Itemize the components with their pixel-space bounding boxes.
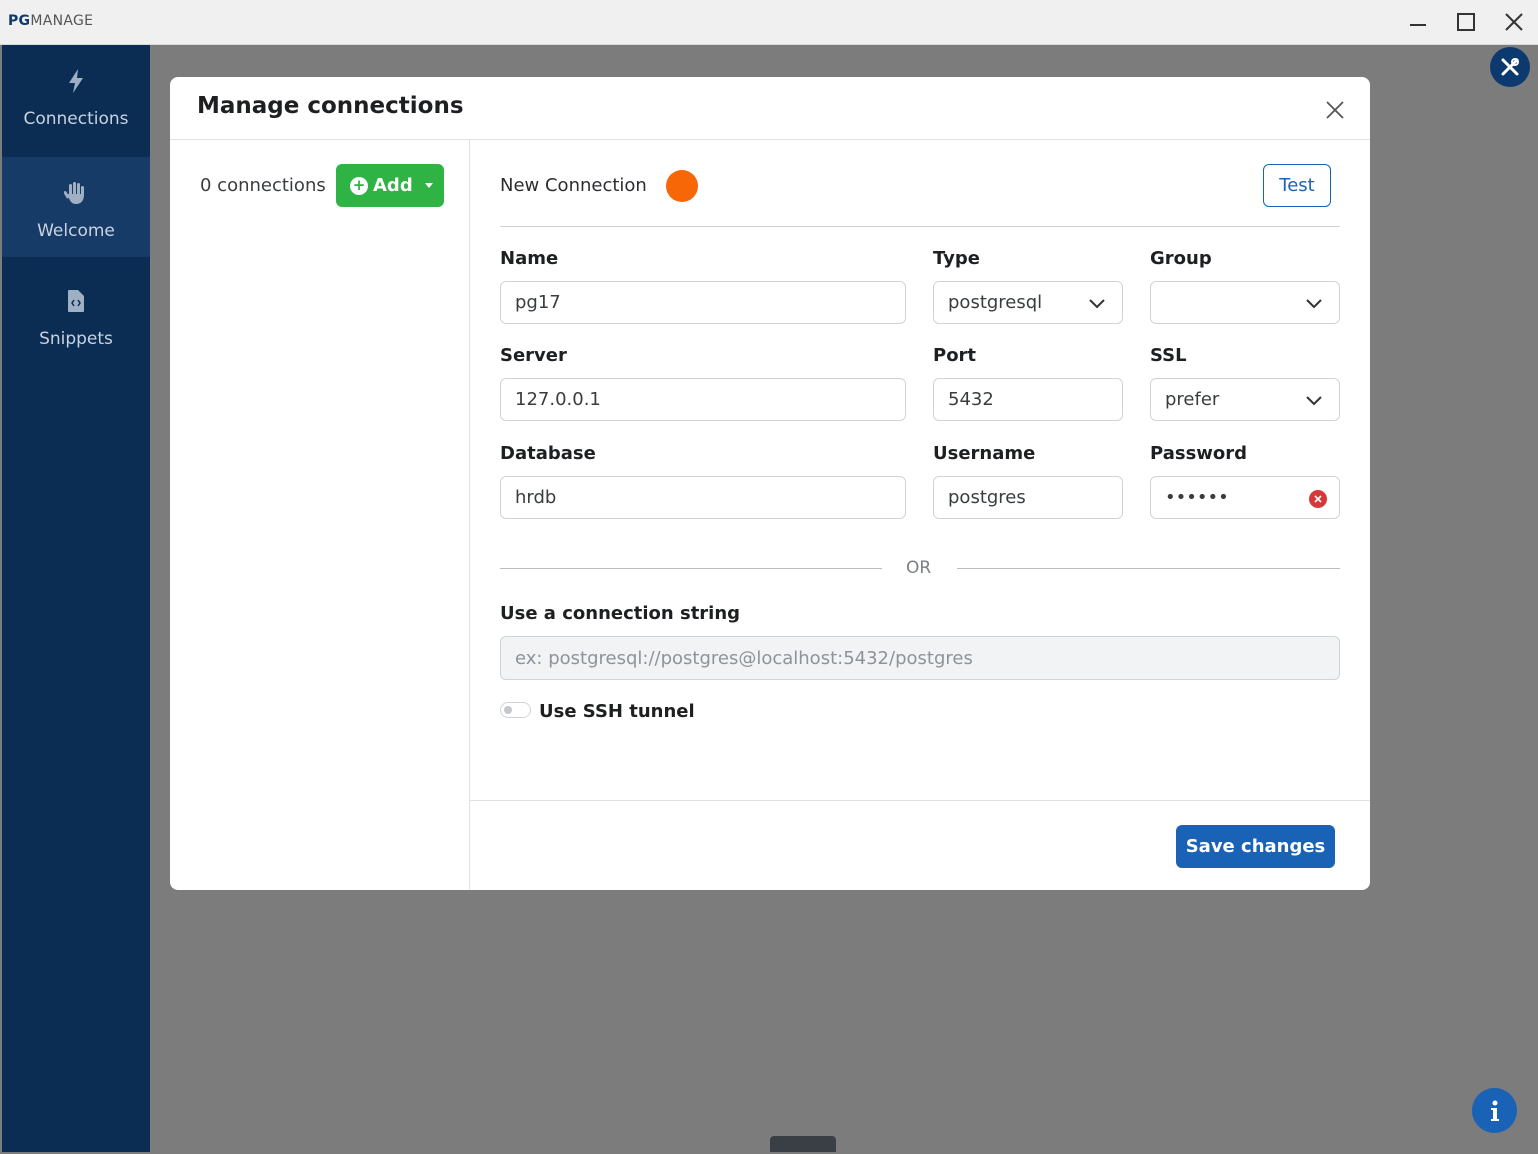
connections-count: 0 connections bbox=[200, 175, 326, 196]
maximize-button[interactable] bbox=[1451, 8, 1481, 36]
group-label: Group bbox=[1150, 248, 1212, 269]
or-divider-right bbox=[957, 568, 1340, 569]
database-input[interactable]: hrdb bbox=[500, 476, 906, 519]
port-input[interactable]: 5432 bbox=[933, 378, 1123, 421]
tools-button[interactable] bbox=[1490, 47, 1530, 87]
toggle-knob bbox=[504, 706, 512, 714]
caret-down-icon bbox=[424, 183, 433, 188]
connection-color-picker[interactable] bbox=[666, 170, 698, 202]
tools-icon bbox=[1501, 58, 1519, 76]
modal-close-button[interactable] bbox=[1322, 97, 1348, 123]
ssl-value: prefer bbox=[1165, 389, 1220, 410]
chevron-down-icon bbox=[1089, 299, 1105, 309]
connections-list-pane: 0 connections + Add bbox=[170, 140, 470, 890]
type-select[interactable]: postgresql bbox=[933, 281, 1123, 324]
close-icon bbox=[1326, 101, 1344, 119]
username-label: Username bbox=[933, 443, 1036, 464]
plus-icon: + bbox=[350, 176, 368, 195]
close-window-button[interactable] bbox=[1499, 8, 1529, 36]
maximize-icon bbox=[1457, 13, 1475, 31]
database-label: Database bbox=[500, 443, 596, 464]
sidebar-item-label: Connections bbox=[23, 109, 129, 129]
password-label: Password bbox=[1150, 443, 1248, 464]
sidebar: Connections Welcome Snippets bbox=[2, 45, 150, 1152]
name-value: pg17 bbox=[515, 292, 561, 313]
server-input[interactable]: 127.0.0.1 bbox=[500, 378, 906, 421]
save-changes-button[interactable]: Save changes bbox=[1176, 825, 1335, 868]
minimize-button[interactable] bbox=[1403, 8, 1433, 36]
username-input[interactable]: postgres bbox=[933, 476, 1123, 519]
username-value: postgres bbox=[948, 487, 1026, 508]
sidebar-item-connections[interactable]: Connections bbox=[2, 45, 150, 145]
panel-resize-handle[interactable] bbox=[770, 1136, 836, 1152]
sidebar-item-snippets[interactable]: Snippets bbox=[2, 265, 150, 365]
test-button[interactable]: Test bbox=[1263, 164, 1331, 207]
code-file-icon bbox=[64, 287, 88, 315]
port-value: 5432 bbox=[948, 389, 994, 410]
ssl-label: SSL bbox=[1150, 345, 1187, 366]
app-title-pg: PG bbox=[8, 13, 31, 29]
close-icon bbox=[1505, 13, 1523, 31]
name-label: Name bbox=[500, 248, 559, 269]
sidebar-item-label: Snippets bbox=[39, 329, 113, 349]
connection-form: New Connection Test Name Type Group pg17… bbox=[470, 140, 1370, 800]
chevron-down-icon bbox=[1306, 299, 1322, 309]
ssl-select[interactable]: prefer bbox=[1150, 378, 1340, 421]
modal-header: Manage connections bbox=[170, 77, 1370, 140]
server-label: Server bbox=[500, 345, 567, 366]
add-button-label: Add bbox=[373, 175, 413, 196]
sidebar-item-label: Welcome bbox=[37, 221, 115, 241]
or-text: OR bbox=[906, 558, 932, 578]
sidebar-item-welcome[interactable]: Welcome bbox=[2, 157, 150, 257]
modal-title: Manage connections bbox=[197, 93, 464, 119]
hand-icon bbox=[64, 179, 88, 207]
app-title: PGMANAGE bbox=[8, 13, 93, 29]
manage-connections-modal: Manage connections 0 connections + Add N… bbox=[170, 77, 1370, 890]
name-input[interactable]: pg17 bbox=[500, 281, 906, 324]
connection-string-input[interactable]: ex: postgresql://postgres@localhost:5432… bbox=[500, 636, 1340, 680]
connection-string-placeholder: ex: postgresql://postgres@localhost:5432… bbox=[515, 647, 973, 669]
divider bbox=[500, 226, 1340, 227]
chevron-down-icon bbox=[1306, 396, 1322, 406]
connection-title: New Connection bbox=[500, 175, 647, 196]
minimize-icon bbox=[1410, 24, 1426, 26]
app-title-manage: MANAGE bbox=[30, 13, 94, 29]
database-value: hrdb bbox=[515, 487, 557, 508]
info-icon bbox=[1490, 1100, 1499, 1121]
port-label: Port bbox=[933, 345, 977, 366]
modal-footer: Save changes bbox=[470, 800, 1370, 890]
password-input[interactable]: •••••• bbox=[1150, 476, 1340, 519]
or-divider-left bbox=[500, 568, 882, 569]
type-value: postgresql bbox=[948, 292, 1043, 313]
bolt-icon bbox=[64, 67, 88, 95]
password-value: •••••• bbox=[1165, 487, 1229, 508]
server-value: 127.0.0.1 bbox=[515, 389, 601, 410]
clear-password-icon[interactable] bbox=[1309, 490, 1327, 508]
title-bar: PGMANAGE bbox=[0, 0, 1538, 45]
add-connection-button[interactable]: + Add bbox=[336, 164, 444, 207]
group-select[interactable] bbox=[1150, 281, 1340, 324]
info-button[interactable] bbox=[1472, 1088, 1517, 1133]
type-label: Type bbox=[933, 248, 980, 269]
connection-string-label: Use a connection string bbox=[500, 603, 741, 624]
ssh-tunnel-toggle[interactable] bbox=[500, 702, 531, 718]
ssh-tunnel-label: Use SSH tunnel bbox=[539, 701, 695, 722]
